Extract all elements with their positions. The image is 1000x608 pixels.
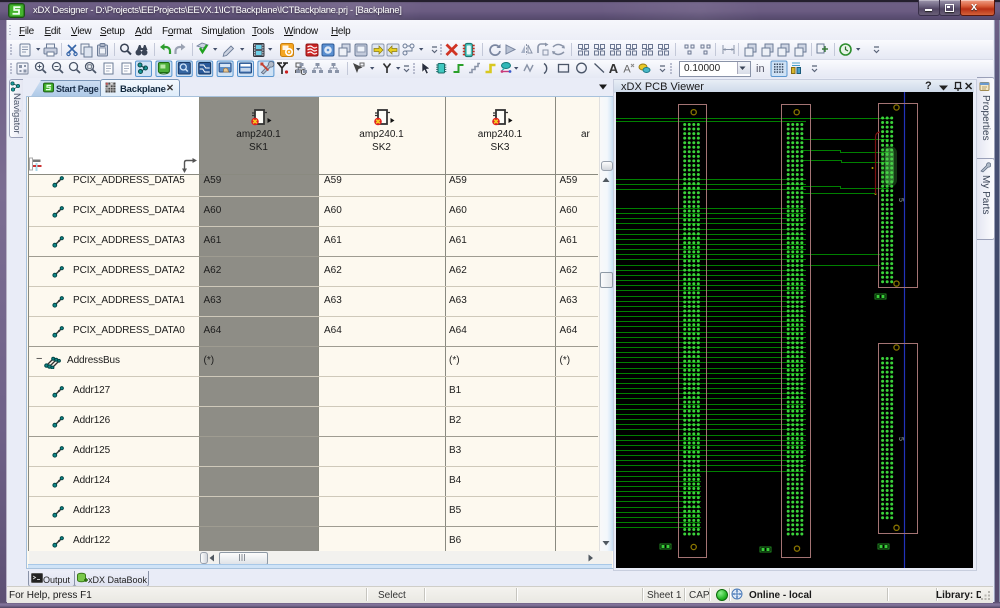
svg-text:A: A [609,61,619,76]
svg-text:A: A [623,64,631,76]
svg-text:5: 5 [897,437,904,441]
svg-text:5: 5 [897,198,904,202]
